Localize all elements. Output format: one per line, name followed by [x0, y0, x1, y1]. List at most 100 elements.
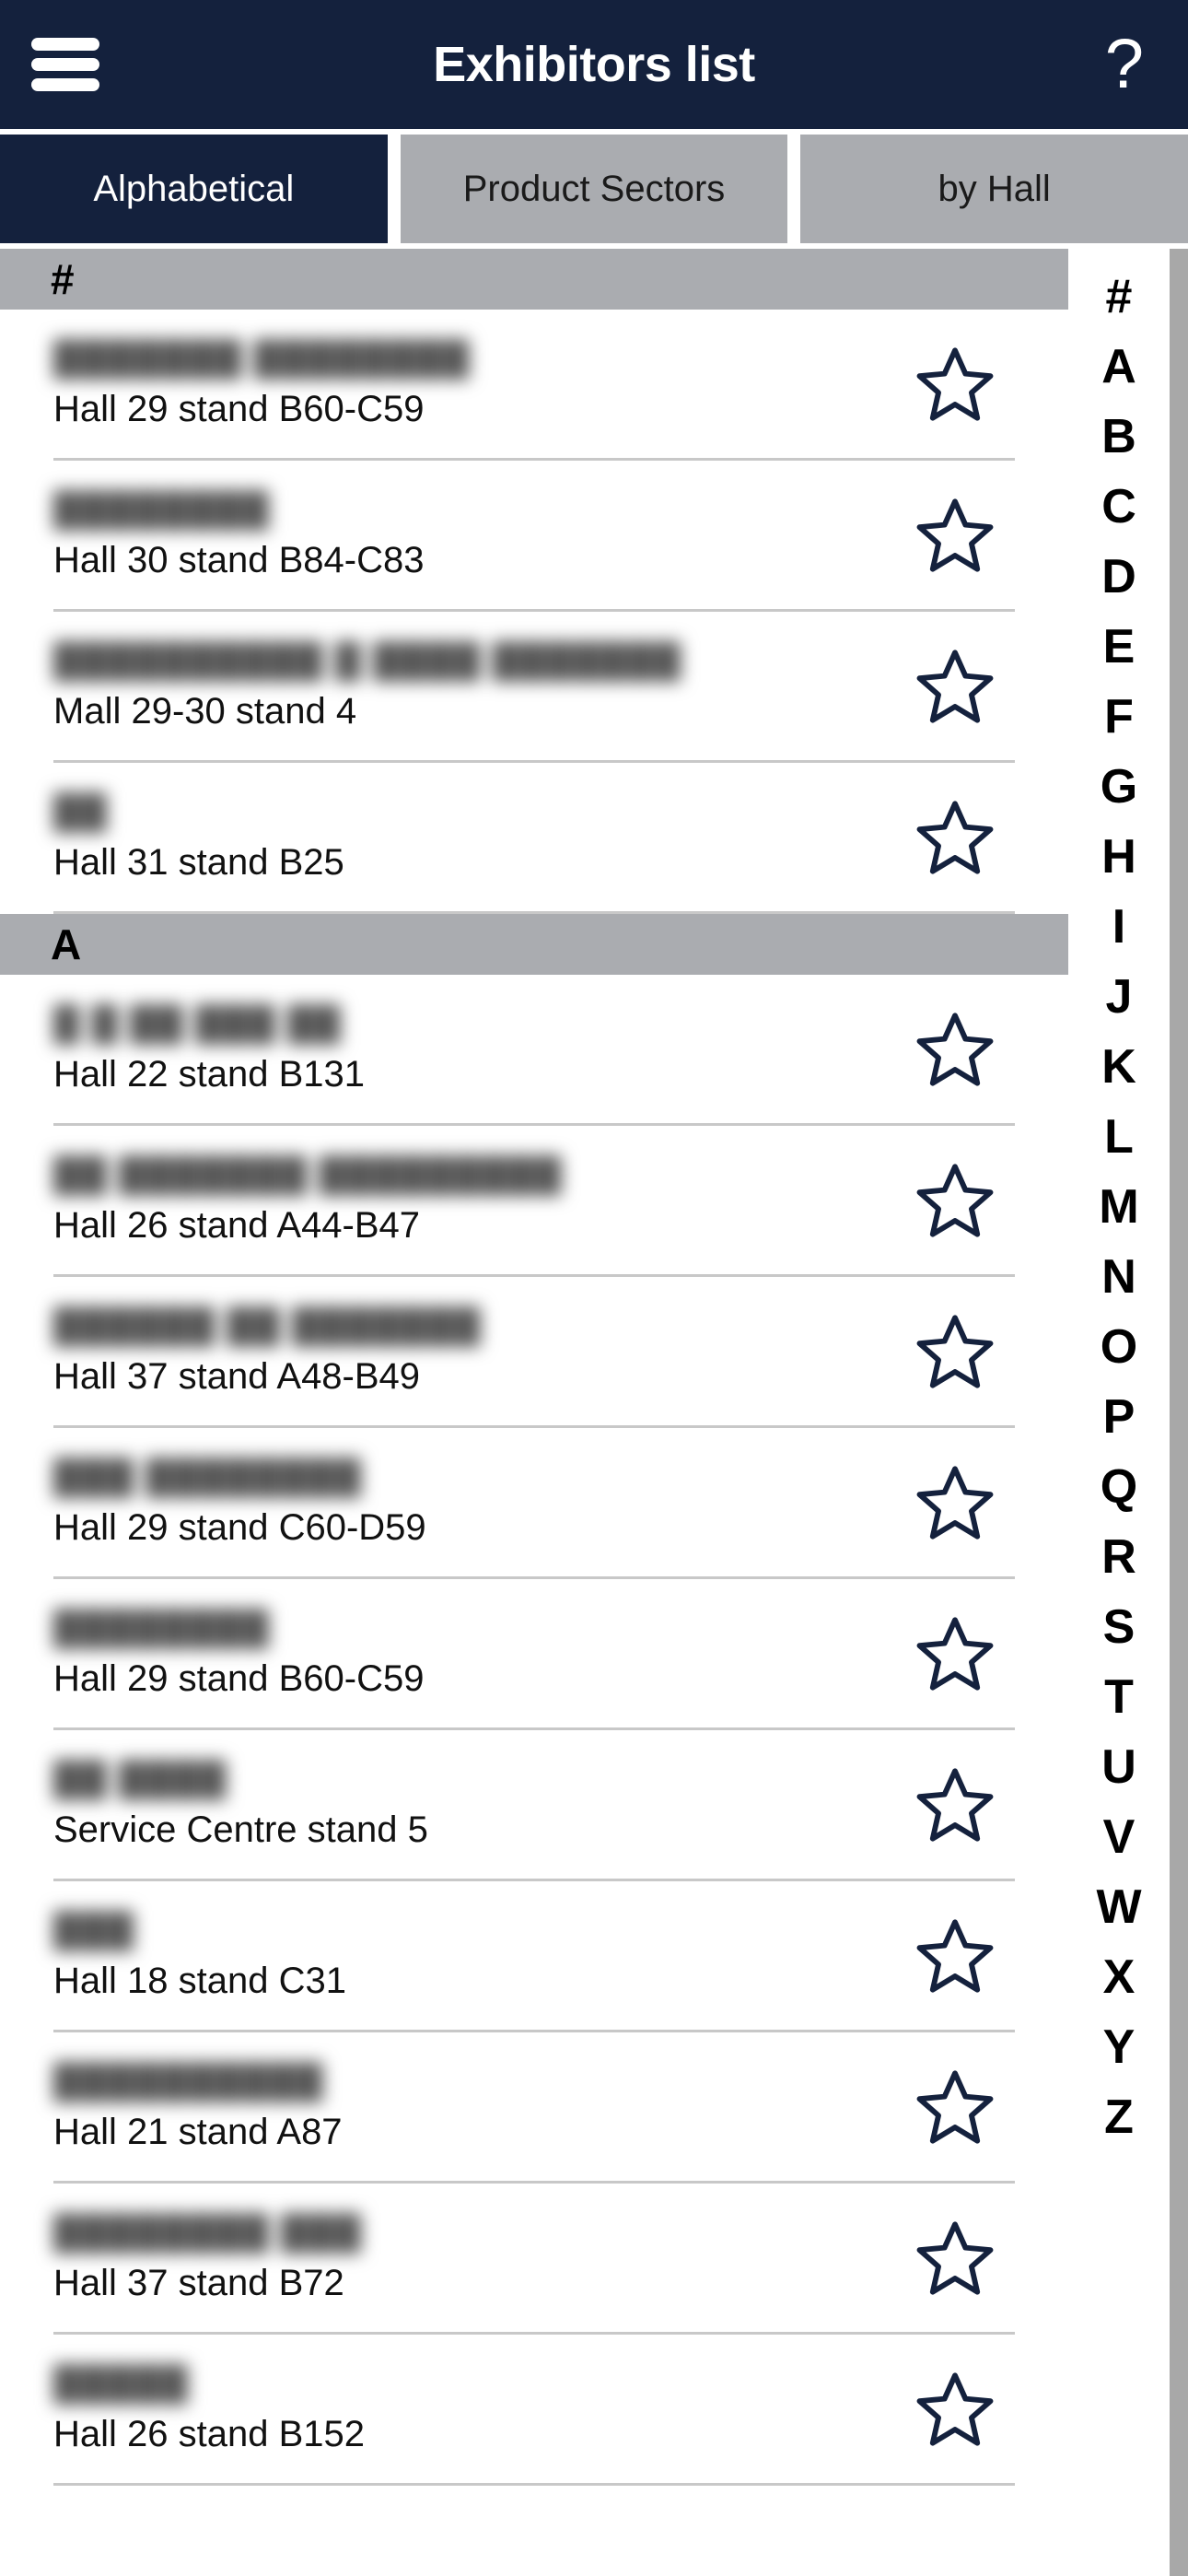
exhibitor-row-texts: ██████████ Hall 21 stand A87 [53, 2062, 895, 2152]
index-letter-e[interactable]: E [1068, 612, 1170, 682]
section-header: # [0, 249, 1068, 310]
favorite-star-icon[interactable] [895, 2218, 1015, 2299]
exhibitor-name: ██████████ [53, 2061, 324, 2102]
exhibitor-row-texts: ████████ Hall 29 stand B60-C59 [53, 1609, 895, 1699]
favorite-star-icon[interactable] [895, 495, 1015, 576]
index-letter-s[interactable]: S [1068, 1592, 1170, 1662]
index-letter-hash[interactable]: # [1068, 262, 1170, 332]
favorite-star-icon[interactable] [895, 797, 1015, 878]
index-letter-z[interactable]: Z [1068, 2082, 1170, 2152]
exhibitor-name: █ █ ██ ███ ██ [53, 1003, 342, 1044]
exhibitor-row-texts: ████████ Hall 30 stand B84-C83 [53, 490, 895, 580]
exhibitor-row-texts: ███████ ████████ Hall 29 stand B60-C59 [53, 339, 895, 429]
exhibitor-row[interactable]: ██ ████ Service Centre stand 5 [53, 1730, 1015, 1881]
content-area: # ███████ ████████ Hall 29 stand B60-C59 ██… [0, 249, 1188, 2576]
exhibitor-location: Hall 37 stand A48-B49 [53, 1355, 421, 1397]
index-letter-k[interactable]: K [1068, 1032, 1170, 1102]
exhibitor-name: ███████ ████████ [53, 338, 471, 379]
index-letter-n[interactable]: N [1068, 1242, 1170, 1312]
favorite-star-icon[interactable] [895, 344, 1015, 425]
index-letter-l[interactable]: L [1068, 1102, 1170, 1172]
index-letter-y[interactable]: Y [1068, 2012, 1170, 2082]
page-title: Exhibitors list [433, 37, 755, 92]
index-letter-p[interactable]: P [1068, 1382, 1170, 1452]
exhibitor-location: Hall 29 stand C60-D59 [53, 1506, 426, 1548]
favorite-star-icon[interactable] [895, 1764, 1015, 1845]
exhibitor-location: Hall 18 stand C31 [53, 1960, 346, 2001]
exhibitor-location: Hall 22 stand B131 [53, 1053, 366, 1095]
index-letter-m[interactable]: M [1068, 1172, 1170, 1242]
index-letter-o[interactable]: O [1068, 1312, 1170, 1382]
favorite-star-icon[interactable] [895, 1160, 1015, 1241]
index-letter-c[interactable]: C [1068, 472, 1170, 542]
tab-by-hall[interactable]: by Hall [800, 135, 1188, 243]
exhibitors-list[interactable]: # ███████ ████████ Hall 29 stand B60-C59 ██… [0, 249, 1068, 2576]
exhibitor-row[interactable]: ██████████ Hall 21 stand A87 [53, 2032, 1015, 2184]
exhibitor-row[interactable]: ██████ ██ ███████ Hall 37 stand A48-B49 [53, 1277, 1015, 1428]
exhibitor-name: ██ [53, 791, 108, 832]
index-letter-u[interactable]: U [1068, 1732, 1170, 1802]
index-letter-r[interactable]: R [1068, 1522, 1170, 1592]
exhibitor-row[interactable]: ██ Hall 31 stand B25 [53, 763, 1015, 914]
exhibitor-row[interactable]: ███ Hall 18 stand C31 [53, 1881, 1015, 2032]
exhibitor-name: ████████ ███ [53, 2212, 362, 2253]
exhibitor-row[interactable]: ████████ Hall 29 stand B60-C59 [53, 1579, 1015, 1730]
exhibitor-row-texts: ██ ███████ █████████ Hall 26 stand A44-B4… [53, 1155, 895, 1246]
exhibitor-name: ██████████ █ ████ ███████ [53, 640, 681, 681]
index-letter-i[interactable]: I [1068, 892, 1170, 962]
index-letter-x[interactable]: X [1068, 1942, 1170, 2012]
exhibitor-location: Hall 30 stand B84-C83 [53, 539, 425, 580]
exhibitor-location: Hall 29 stand B60-C59 [53, 1657, 425, 1699]
exhibitor-row[interactable]: ████████ Hall 30 stand B84-C83 [53, 461, 1015, 612]
exhibitor-location: Hall 26 stand A44-B47 [53, 1204, 421, 1246]
exhibitor-row[interactable]: █████ Hall 26 stand B152 [53, 2335, 1015, 2486]
exhibitor-location: Mall 29-30 stand 4 [53, 690, 357, 732]
exhibitor-row[interactable]: ████████ ███ Hall 37 stand B72 [53, 2184, 1015, 2335]
favorite-star-icon[interactable] [895, 1915, 1015, 1996]
index-letter-w[interactable]: W [1068, 1872, 1170, 1942]
exhibitor-row[interactable]: ███████ ████████ Hall 29 stand B60-C59 [53, 310, 1015, 461]
favorite-star-icon[interactable] [895, 1311, 1015, 1392]
exhibitor-row-texts: ███ Hall 18 stand C31 [53, 1911, 895, 2001]
exhibitor-row-texts: █████ Hall 26 stand B152 [53, 2364, 895, 2454]
tab-bar: Alphabetical Product Sectors by Hall [0, 129, 1188, 249]
index-letter-g[interactable]: G [1068, 752, 1170, 822]
exhibitor-location: Hall 21 stand A87 [53, 2111, 343, 2152]
exhibitor-row-texts: ██████ ██ ███████ Hall 37 stand A48-B49 [53, 1306, 895, 1397]
index-letter-d[interactable]: D [1068, 542, 1170, 612]
index-letter-a[interactable]: A [1068, 332, 1170, 402]
exhibitor-location: Hall 37 stand B72 [53, 2262, 344, 2303]
index-letter-v[interactable]: V [1068, 1802, 1170, 1872]
exhibitor-row[interactable]: █ █ ██ ███ ██ Hall 22 stand B131 [53, 975, 1015, 1126]
section-header: A [0, 914, 1068, 975]
exhibitor-row[interactable]: ██ ███████ █████████ Hall 26 stand A44-B4… [53, 1126, 1015, 1277]
favorite-star-icon[interactable] [895, 1462, 1015, 1543]
exhibitor-location: Hall 29 stand B60-C59 [53, 388, 425, 429]
vertical-scrollbar[interactable] [1170, 249, 1188, 2576]
help-question-icon[interactable]: ? [1105, 29, 1144, 100]
index-letter-b[interactable]: B [1068, 402, 1170, 472]
index-letter-f[interactable]: F [1068, 682, 1170, 752]
favorite-star-icon[interactable] [895, 2067, 1015, 2148]
tab-product-sectors[interactable]: Product Sectors [400, 135, 788, 243]
index-letter-t[interactable]: T [1068, 1662, 1170, 1732]
favorite-star-icon[interactable] [895, 1009, 1015, 1090]
tab-alphabetical[interactable]: Alphabetical [0, 135, 388, 243]
favorite-star-icon[interactable] [895, 646, 1015, 727]
exhibitor-name: ██████ ██ ███████ [53, 1306, 482, 1346]
exhibitor-row-texts: ██ Hall 31 stand B25 [53, 792, 895, 883]
index-letter-j[interactable]: J [1068, 962, 1170, 1032]
exhibitor-location: Hall 31 stand B25 [53, 841, 344, 883]
exhibitor-row[interactable]: ███ ████████ Hall 29 stand C60-D59 [53, 1428, 1015, 1579]
index-letter-q[interactable]: Q [1068, 1452, 1170, 1522]
exhibitor-row-texts: ███ ████████ Hall 29 stand C60-D59 [53, 1458, 895, 1548]
exhibitor-row[interactable]: ██████████ █ ████ ███████ Mall 29-30 stan… [53, 612, 1015, 763]
exhibitor-location: Hall 26 stand B152 [53, 2413, 366, 2454]
exhibitor-name: ███ ████████ [53, 1457, 362, 1497]
exhibitor-row-texts: ████████ ███ Hall 37 stand B72 [53, 2213, 895, 2303]
favorite-star-icon[interactable] [895, 1613, 1015, 1694]
index-letter-h[interactable]: H [1068, 822, 1170, 892]
favorite-star-icon[interactable] [895, 2369, 1015, 2450]
exhibitor-location: Service Centre stand 5 [53, 1809, 428, 1850]
alphabet-index[interactable]: # A B C D E F G H I J K L M N O P Q R S T U V W X Y Z [1068, 249, 1170, 2576]
